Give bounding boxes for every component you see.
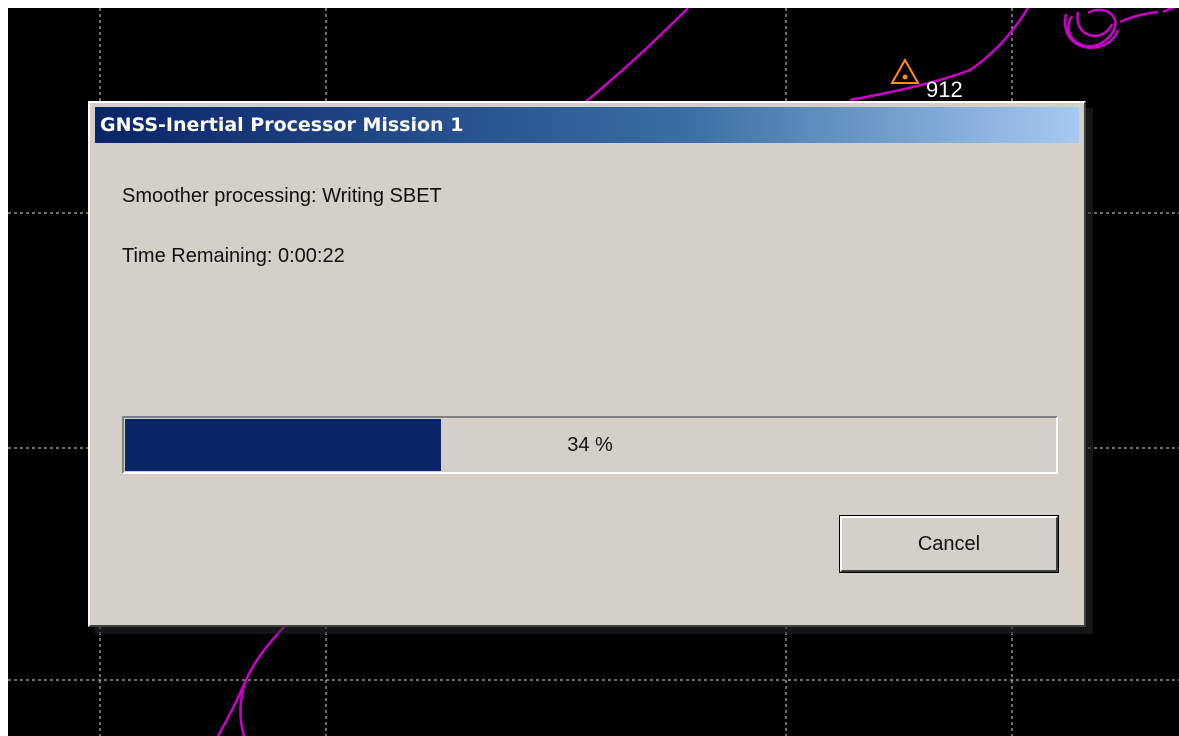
cancel-button[interactable]: Cancel: [839, 515, 1059, 573]
station-marker-icon: [890, 57, 920, 84]
station-label: 912: [926, 77, 963, 102]
progress-bar: 34 %: [122, 416, 1058, 474]
dialog-title[interactable]: GNSS-Inertial Processor Mission 1: [95, 107, 1079, 143]
time-remaining-text: Time Remaining: 0:00:22: [122, 245, 345, 267]
progress-percent-label: 34 %: [567, 434, 613, 456]
processing-status-text: Smoother processing: Writing SBET: [122, 185, 442, 207]
progress-dialog: GNSS-Inertial Processor Mission 1 Smooth…: [88, 101, 1086, 627]
